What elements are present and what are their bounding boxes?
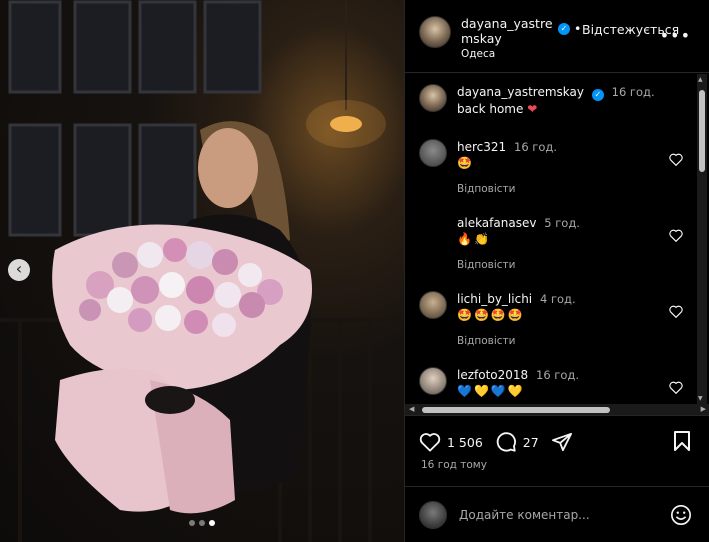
smile-icon[interactable] — [670, 504, 692, 526]
carousel-prev-button[interactable]: ‹ — [8, 259, 30, 281]
caption: dayana_yastremskay ✓ 16 год. back home ❤ — [405, 84, 697, 117]
more-icon[interactable]: ••• — [660, 26, 691, 45]
share-button[interactable] — [551, 432, 579, 452]
comment-username[interactable]: alekafanasev — [457, 216, 536, 230]
post-photo[interactable]: ‹ — [0, 0, 404, 542]
comment-text: 🤩🤩🤩🤩 — [457, 308, 525, 322]
carousel-dot — [199, 520, 205, 526]
scrollbar-thumb[interactable] — [422, 407, 610, 413]
likes-count[interactable]: 1 506 — [447, 435, 483, 450]
commenter-avatar[interactable] — [419, 291, 447, 319]
comment-icon[interactable] — [495, 431, 517, 453]
share-icon[interactable] — [551, 432, 573, 452]
verified-icon: ✓ — [591, 89, 604, 101]
reply-button[interactable]: Відповісти — [457, 257, 580, 273]
comment-button[interactable]: 27 — [495, 431, 539, 453]
caption-username[interactable]: dayana_yastremskay — [457, 85, 584, 99]
author-avatar-small[interactable] — [419, 84, 447, 112]
comment-time: 5 год. — [544, 216, 580, 230]
comments-scrollbar-vertical[interactable]: ▲ ▼ — [697, 74, 707, 404]
verified-icon: ✓ — [558, 23, 570, 35]
commenter-avatar[interactable] — [419, 367, 447, 395]
scroll-up-icon[interactable]: ▲ — [698, 76, 703, 83]
heart-icon[interactable] — [669, 229, 683, 242]
author-username[interactable]: dayana_yastre — [461, 16, 553, 31]
commenter-avatar[interactable] — [419, 215, 447, 243]
comment-username[interactable]: lichi_by_lichi — [457, 292, 532, 306]
comments-list: dayana_yastremskay ✓ 16 год. back home ❤… — [405, 74, 697, 404]
add-comment-bar — [405, 486, 709, 542]
comment-time: 16 год. — [536, 368, 579, 382]
commenter-avatar[interactable] — [419, 139, 447, 167]
post-header: dayana_yastre mskay ✓ • Відстежується Од… — [405, 0, 709, 73]
comment-input[interactable] — [459, 507, 649, 522]
heart-icon[interactable] — [669, 381, 683, 394]
post-time-ago[interactable]: 16 год тому — [421, 459, 487, 471]
scroll-left-icon[interactable]: ◀ — [409, 405, 414, 413]
author-avatar[interactable] — [419, 16, 451, 48]
post-actions: 1 506 27 — [419, 428, 695, 456]
comment-username[interactable]: lezfoto2018 — [457, 368, 528, 382]
comments-scrollbar-horizontal[interactable]: ◀ ▶ — [405, 404, 709, 416]
comment-text: 🔥👏 — [457, 232, 491, 246]
scrollbar-thumb[interactable] — [699, 90, 705, 172]
post-location[interactable]: Одеса — [461, 48, 671, 60]
chevron-left-icon: ‹ — [15, 259, 23, 278]
caption-text: back home — [457, 102, 524, 116]
heart-icon[interactable] — [669, 305, 683, 318]
heart-icon[interactable] — [669, 153, 683, 166]
carousel-dots — [189, 520, 215, 526]
reply-button[interactable]: Відповісти — [457, 181, 557, 197]
heart-icon[interactable] — [419, 432, 441, 452]
carousel-dot-active — [209, 520, 215, 526]
comment-text: 🤩 — [457, 156, 474, 170]
photo-illustration — [0, 0, 404, 542]
comment-time: 4 год. — [539, 292, 576, 306]
comment-username[interactable]: herc321 — [457, 140, 506, 154]
carousel-dot — [189, 520, 195, 526]
bookmark-icon[interactable] — [673, 430, 691, 452]
scroll-right-icon[interactable]: ▶ — [701, 405, 706, 413]
list-item: alekafanasev 5 год. 🔥👏 Відповісти — [405, 215, 697, 273]
caption-time: 16 год. — [611, 85, 655, 99]
comment-time: 16 год. — [514, 140, 557, 154]
list-item: lezfoto2018 16 год. 💙💛💙💛 — [405, 367, 697, 399]
like-button[interactable]: 1 506 — [419, 432, 483, 452]
reply-button[interactable]: Відповісти — [457, 333, 576, 349]
current-user-avatar — [419, 500, 447, 529]
comment-text: 💙💛💙💛 — [457, 384, 525, 398]
comments-count[interactable]: 27 — [523, 435, 539, 450]
scroll-down-icon[interactable]: ▼ — [698, 395, 703, 402]
list-item: lichi_by_lichi 4 год. 🤩🤩🤩🤩 Відповісти — [405, 291, 697, 349]
post-side-panel: dayana_yastre mskay ✓ • Відстежується Од… — [404, 0, 709, 542]
author-username-cont[interactable]: mskay — [461, 31, 502, 46]
list-item: herc321 16 год. 🤩 Відповісти — [405, 139, 697, 197]
red-heart-emoji: ❤ — [527, 102, 538, 116]
